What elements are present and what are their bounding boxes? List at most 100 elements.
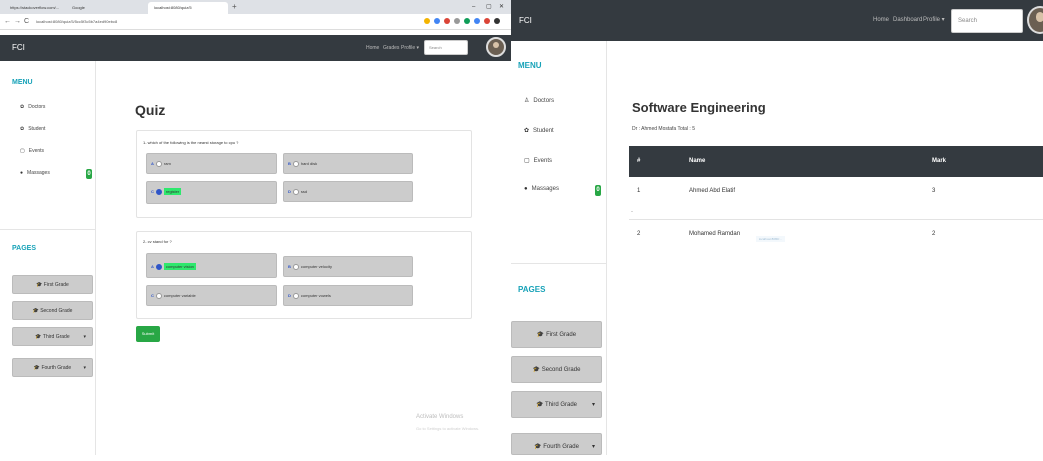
nav-profile[interactable]: Profile ▾ xyxy=(401,35,419,61)
radio-icon[interactable] xyxy=(155,263,162,270)
radio-icon[interactable] xyxy=(292,160,299,167)
extension-icon[interactable] xyxy=(454,18,460,24)
sidebar-item-events[interactable]: ▢ Events xyxy=(20,148,44,154)
nav-profile[interactable]: Profile ▾ xyxy=(923,0,945,41)
page-first-grade-button[interactable]: 🎓 First Grade xyxy=(12,275,93,294)
url-field[interactable]: localhost:8080/quiz/5/5cc5f3c5b7a4ed90eb… xyxy=(36,17,117,27)
table-row: 1 Ahmed Abd Elatif 3 - xyxy=(629,177,1043,220)
browser-window: https://stackoverflow.com/... Google loc… xyxy=(0,0,511,455)
tab-bar: https://stackoverflow.com/... Google loc… xyxy=(0,0,511,14)
page-second-grade-button[interactable]: 🎓 Second Grade xyxy=(511,356,602,383)
sidebar-item-massages[interactable]: ● Massages xyxy=(20,170,50,176)
chevron-down-icon: ▾ xyxy=(83,365,86,371)
doctor-icon: ✿ xyxy=(20,104,25,110)
reload-icon[interactable]: C xyxy=(24,17,29,27)
calendar-icon: ▢ xyxy=(20,148,25,154)
extension-icon[interactable] xyxy=(424,18,430,24)
page-fourth-grade-button[interactable]: 🎓 Fourth Grade ▾ xyxy=(12,358,93,377)
student-mark: 2 xyxy=(932,231,936,237)
close-icon[interactable]: ✕ xyxy=(499,2,504,12)
row-number: 2 xyxy=(637,231,641,237)
page-title: Software Engineering xyxy=(632,100,766,115)
extension-icon[interactable] xyxy=(464,18,470,24)
page-second-grade-button[interactable]: 🎓 Second Grade xyxy=(12,301,93,320)
back-icon[interactable]: ← xyxy=(4,17,11,27)
row-separator: - xyxy=(631,209,633,215)
search-input[interactable]: Search xyxy=(951,9,1023,33)
sidebar-item-doctors[interactable]: ♙ Doctors xyxy=(524,97,554,104)
sidebar-divider xyxy=(511,263,607,264)
avatar[interactable] xyxy=(1027,6,1043,34)
extension-icon[interactable] xyxy=(484,18,490,24)
column-header: Name xyxy=(689,158,706,164)
search-input[interactable]: Search xyxy=(424,40,468,55)
nav-home[interactable]: Home xyxy=(366,35,379,61)
option-a[interactable]: Acomputer vision xyxy=(146,253,277,278)
chat-icon: ● xyxy=(524,186,528,192)
student-mark: 3 xyxy=(932,188,936,194)
pages-title: PAGES xyxy=(518,285,546,294)
option-a[interactable]: Aram xyxy=(146,153,277,174)
page-first-grade-button[interactable]: 🎓 First Grade xyxy=(511,321,602,348)
radio-icon[interactable] xyxy=(292,292,299,299)
extension-icon[interactable] xyxy=(474,18,480,24)
radio-icon[interactable] xyxy=(292,188,299,195)
sidebar-item-student[interactable]: ✿ Student xyxy=(524,127,554,134)
nav-grades[interactable]: Grades xyxy=(383,35,399,61)
browser-tab-google[interactable]: Google xyxy=(66,2,106,14)
maximize-icon[interactable]: ▢ xyxy=(486,2,492,12)
menu-title: MENU xyxy=(12,79,33,86)
brand-logo[interactable]: FCI xyxy=(519,0,532,41)
brand-logo[interactable]: FCI xyxy=(12,35,25,61)
page-third-grade-button[interactable]: 🎓 Third Grade ▾ xyxy=(511,391,602,418)
address-bar: ← → C localhost:8080/quiz/5/5cc5f3c5b7a4… xyxy=(0,14,511,30)
row-number: 1 xyxy=(637,188,641,194)
sidebar-item-massages[interactable]: ● Massages xyxy=(524,186,559,192)
option-b[interactable]: Bcomputer velocity xyxy=(283,256,413,277)
page-third-grade-button[interactable]: 🎓 Third Grade ▾ xyxy=(12,327,93,346)
avatar[interactable] xyxy=(486,37,506,57)
radio-icon[interactable] xyxy=(155,188,162,195)
course-details: Dr : Ahmed Mostafa Total : 5 xyxy=(632,126,695,132)
profile-icon[interactable] xyxy=(494,18,500,24)
calendar-icon: ▢ xyxy=(524,158,530,164)
minimize-icon[interactable]: – xyxy=(472,2,475,12)
doctor-icon: ♙ xyxy=(524,98,530,104)
browser-tab-quiz[interactable]: localhost:8080/quiz/5 xyxy=(148,2,228,14)
column-header: # xyxy=(637,158,641,164)
sidebar: MENU ♙ Doctors ✿ Student ▢ Events ● Massages… xyxy=(511,41,607,455)
forward-icon[interactable]: → xyxy=(14,17,21,27)
table-row: 2 Mohamed Ramdan localhost:8080/... 2 xyxy=(629,220,1043,256)
tooltip-ghost: localhost:8080/... xyxy=(756,236,785,242)
option-c[interactable]: Cregister xyxy=(146,181,277,204)
student-icon: ✿ xyxy=(524,128,530,134)
chat-icon: ● xyxy=(20,170,24,176)
option-d[interactable]: Dcomputer vowels xyxy=(283,285,413,306)
app-window: FCI Home Dashboard Profile ▾ Search MENU… xyxy=(511,0,1043,455)
extension-icon[interactable] xyxy=(434,18,440,24)
question-text: 1- which of the following is the nearst … xyxy=(143,140,239,145)
nav-dashboard[interactable]: Dashboard xyxy=(893,0,922,41)
option-d[interactable]: Dssd xyxy=(283,181,413,202)
option-c[interactable]: Ccomputer variable xyxy=(146,285,277,306)
question-card: 1- which of the following is the nearst … xyxy=(136,130,472,218)
option-b[interactable]: Bhard disk xyxy=(283,153,413,174)
radio-icon[interactable] xyxy=(155,160,162,167)
page-title: Quiz xyxy=(135,102,166,118)
extension-icon[interactable] xyxy=(444,18,450,24)
new-tab-button[interactable]: + xyxy=(232,2,237,12)
massages-badge: 0 xyxy=(595,185,601,196)
pages-title: PAGES xyxy=(12,245,36,252)
nav-home[interactable]: Home xyxy=(873,0,889,41)
sidebar-item-events[interactable]: ▢ Events xyxy=(524,157,552,164)
student-name: Ahmed Abd Elatif xyxy=(689,188,736,194)
radio-icon[interactable] xyxy=(155,292,162,299)
radio-icon[interactable] xyxy=(292,263,299,270)
question-text: 2- cv stand for ? xyxy=(143,239,172,244)
sidebar-item-doctors[interactable]: ✿ Doctors xyxy=(20,104,45,110)
chevron-down-icon: ▾ xyxy=(591,402,595,408)
page-fourth-grade-button[interactable]: 🎓 Fourth Grade ▾ xyxy=(511,433,602,455)
column-header: Mark xyxy=(932,158,947,164)
sidebar-item-student[interactable]: ✿ Student xyxy=(20,126,45,132)
submit-button[interactable]: Submit xyxy=(136,326,160,342)
